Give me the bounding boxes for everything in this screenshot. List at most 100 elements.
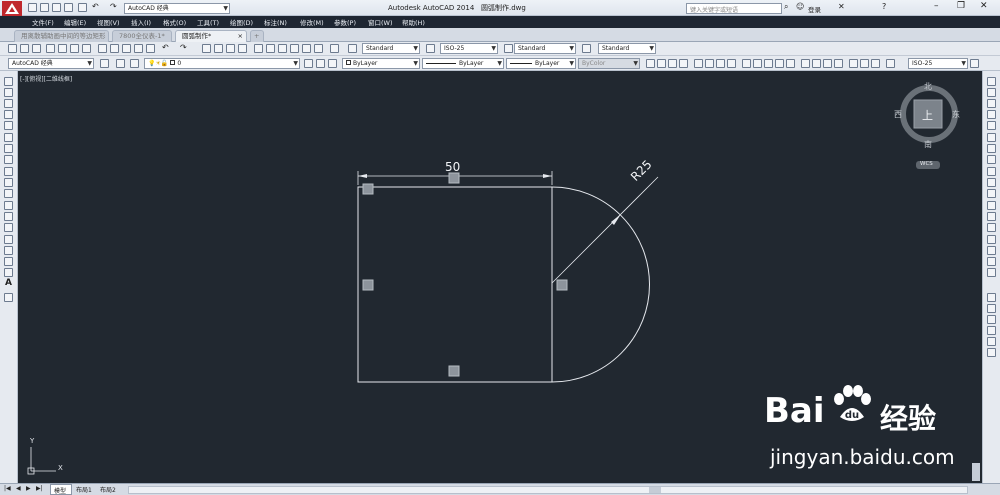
menu-insert[interactable]: 插入(I): [131, 17, 151, 27]
dim-arc-icon[interactable]: [668, 59, 677, 68]
hatch-icon[interactable]: [4, 235, 13, 244]
construction-line-icon[interactable]: [4, 88, 13, 97]
grip-center[interactable]: [556, 279, 568, 291]
undo-icon[interactable]: ↶: [162, 43, 169, 52]
horizontal-scroll-thumb[interactable]: [649, 487, 661, 493]
erase-icon[interactable]: [987, 77, 996, 86]
ellipse-icon[interactable]: [4, 178, 13, 187]
multileader-style-icon[interactable]: [582, 44, 591, 53]
dim-jogged-icon[interactable]: [705, 59, 714, 68]
zoom-realtime-icon[interactable]: [214, 44, 223, 53]
dim-radius-icon[interactable]: [694, 59, 703, 68]
menu-help[interactable]: 帮助(H): [402, 17, 425, 27]
first-tab-icon[interactable]: |◀: [4, 485, 11, 492]
tolerance-icon[interactable]: [801, 59, 810, 68]
explode-icon[interactable]: [987, 268, 996, 277]
grip-top-mid[interactable]: [448, 172, 460, 184]
horizontal-scrollbar[interactable]: [128, 486, 968, 494]
tab-document-2[interactable]: 7800全仪表-1*: [112, 30, 172, 42]
viewcube-top-label[interactable]: 上: [922, 107, 933, 123]
blend-curves-icon[interactable]: [987, 257, 996, 266]
dim-break-icon[interactable]: [786, 59, 795, 68]
text-style-select[interactable]: Standard ▼: [362, 43, 420, 54]
search-input[interactable]: 键入关键字或短语: [686, 3, 782, 14]
plot-icon[interactable]: [46, 44, 55, 53]
inspect-icon[interactable]: [823, 59, 832, 68]
save-icon[interactable]: [52, 3, 61, 12]
layer-state-icon[interactable]: [130, 59, 139, 68]
revision-cloud-icon[interactable]: [4, 155, 13, 164]
new-icon[interactable]: [8, 44, 17, 53]
menu-window[interactable]: 窗口(W): [368, 17, 393, 27]
markup-icon[interactable]: [302, 44, 311, 53]
spline-icon[interactable]: [4, 167, 13, 176]
help-icon[interactable]: ?: [882, 2, 886, 11]
menu-format[interactable]: 格式(O): [163, 17, 186, 27]
viewcube-east[interactable]: 东: [952, 109, 960, 120]
offset-icon[interactable]: [987, 110, 996, 119]
break-icon[interactable]: [987, 212, 996, 221]
print-icon[interactable]: [78, 3, 87, 12]
arc-icon[interactable]: [4, 133, 13, 142]
move-icon[interactable]: [987, 133, 996, 142]
ellipse-arc-icon[interactable]: [4, 189, 13, 198]
redo-icon[interactable]: ↷: [110, 2, 117, 11]
table-icon[interactable]: [4, 268, 13, 277]
menu-view[interactable]: 视图(V): [97, 17, 120, 27]
menu-parametric[interactable]: 参数(P): [334, 17, 356, 27]
cut-icon[interactable]: [98, 44, 107, 53]
text-front-icon[interactable]: [987, 348, 996, 357]
calculator-icon[interactable]: [314, 44, 323, 53]
next-tab-icon[interactable]: ▶: [26, 485, 31, 492]
close-tab-icon[interactable]: ×: [238, 31, 243, 42]
wcs-button[interactable]: WCS: [916, 161, 940, 169]
quick-dim-icon[interactable]: [742, 59, 751, 68]
last-tab-icon[interactable]: ▶|: [36, 485, 43, 492]
chamfer-icon[interactable]: [987, 235, 996, 244]
dim-aligned-icon[interactable]: [657, 59, 666, 68]
join-icon[interactable]: [987, 223, 996, 232]
pan-icon[interactable]: [202, 44, 211, 53]
menu-dimension[interactable]: 标注(N): [264, 17, 287, 27]
bring-above-icon[interactable]: [987, 326, 996, 335]
zoom-previous-icon[interactable]: [238, 44, 247, 53]
viewcube-west[interactable]: 西: [894, 109, 902, 120]
rectangle-icon[interactable]: [4, 121, 13, 130]
menu-draw[interactable]: 绘图(D): [230, 17, 253, 27]
help-icon[interactable]: [330, 44, 339, 53]
dim-style-select-2[interactable]: ISO-25 ▼: [908, 58, 968, 69]
table-style-select[interactable]: Standard ▼: [514, 43, 576, 54]
dim-text-edit-icon[interactable]: [860, 59, 869, 68]
login-link[interactable]: 登录: [808, 4, 821, 14]
text-style-icon[interactable]: [348, 44, 357, 53]
jogged-linear-icon[interactable]: [834, 59, 843, 68]
multileader-style-select[interactable]: Standard ▼: [598, 43, 656, 54]
grip-top-left[interactable]: [362, 183, 374, 195]
publish-icon[interactable]: [70, 44, 79, 53]
dimension-text-50[interactable]: 50: [445, 160, 460, 174]
new-file-icon[interactable]: [28, 3, 37, 12]
tab-model[interactable]: 模型: [50, 484, 72, 495]
copy-icon[interactable]: [110, 44, 119, 53]
array-icon[interactable]: [987, 121, 996, 130]
save-as-icon[interactable]: [64, 3, 73, 12]
fillet-icon[interactable]: [987, 246, 996, 255]
layer-properties-icon[interactable]: [116, 59, 125, 68]
insert-block-icon[interactable]: [4, 201, 13, 210]
prev-tab-icon[interactable]: ◀: [16, 485, 21, 492]
dim-edit-icon[interactable]: [849, 59, 858, 68]
paste-icon[interactable]: [122, 44, 131, 53]
workspace-select[interactable]: AutoCAD 经典 ▼: [124, 3, 230, 14]
tool-palettes-icon[interactable]: [278, 44, 287, 53]
rectangle-shape[interactable]: [357, 186, 553, 383]
3d-dwf-icon[interactable]: [82, 44, 91, 53]
center-mark-icon[interactable]: [812, 59, 821, 68]
dim-ordinate-icon[interactable]: [679, 59, 688, 68]
search-icon[interactable]: ⌕: [784, 2, 788, 12]
scale-icon[interactable]: [987, 155, 996, 164]
gradient-icon[interactable]: [4, 246, 13, 255]
polygon-icon[interactable]: [4, 110, 13, 119]
viewcube-south[interactable]: 南: [924, 139, 932, 150]
open-file-icon[interactable]: [40, 3, 49, 12]
zoom-window-icon[interactable]: [226, 44, 235, 53]
